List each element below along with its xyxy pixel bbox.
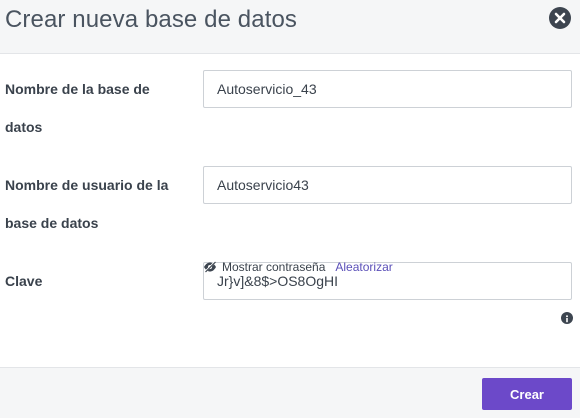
close-icon [554, 12, 566, 24]
randomize-password-link[interactable]: Aleatorizar [335, 260, 392, 274]
eye-slash-icon[interactable] [203, 261, 217, 273]
create-button[interactable]: Crear [482, 378, 572, 410]
db-user-input[interactable] [203, 166, 572, 204]
info-icon[interactable] [561, 312, 573, 324]
db-name-label: Nombre de la base de datos [5, 81, 150, 135]
dialog-body: Nombre de la base de datos Nombre de usu… [0, 54, 580, 368]
create-database-dialog: Crear nueva base de datos Nombre de la b… [0, 0, 580, 418]
db-user-label: Nombre de usuario de la base de datos [5, 177, 169, 231]
password-label: Clave [5, 273, 43, 289]
show-password-link[interactable]: Mostrar contraseña [222, 260, 325, 274]
dialog-title: Crear nueva base de datos [5, 6, 298, 33]
close-button[interactable] [549, 7, 571, 29]
db-name-input[interactable] [203, 70, 572, 108]
dialog-footer: Crear [0, 367, 580, 418]
dialog-header: Crear nueva base de datos [0, 0, 580, 54]
password-tools: Mostrar contraseña Aleatorizar [203, 258, 393, 276]
